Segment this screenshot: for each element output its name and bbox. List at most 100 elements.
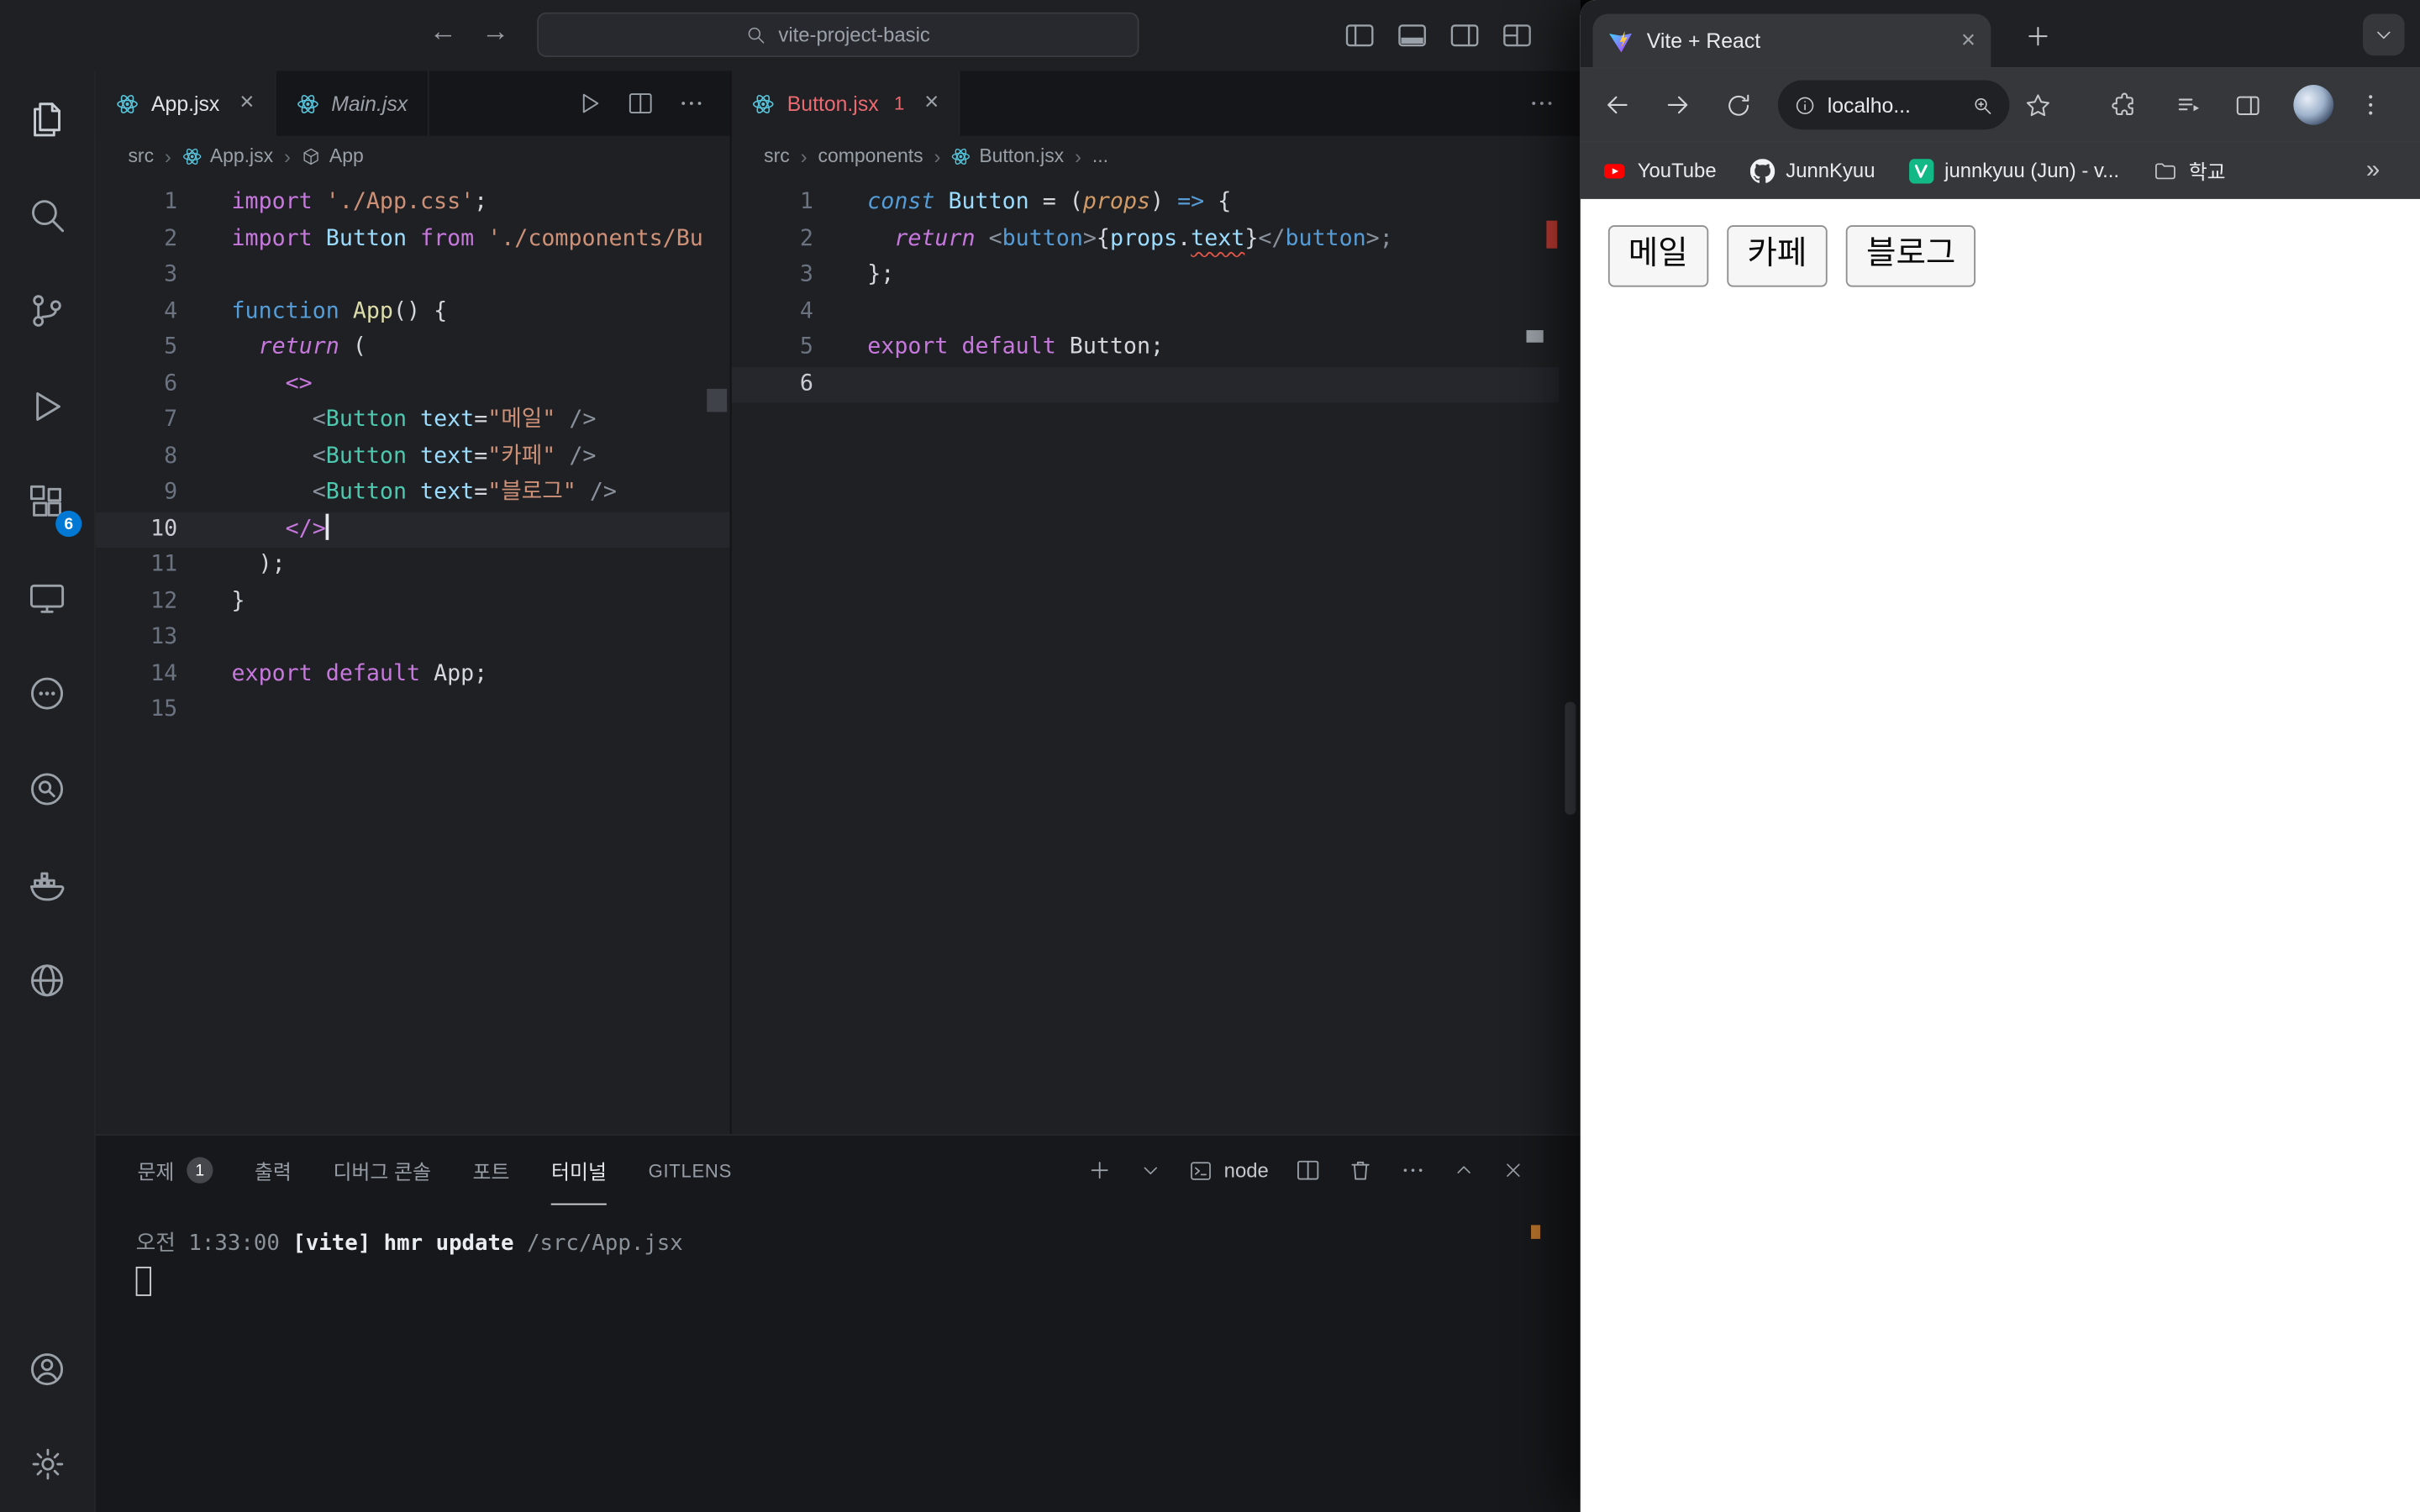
breadcrumb-components[interactable]: components	[818, 145, 923, 167]
tab-button-jsx[interactable]: Button.jsx 1 ×	[731, 71, 961, 136]
activity-extension-b[interactable]	[0, 741, 94, 837]
chevron-down-icon[interactable]	[1139, 1158, 1163, 1182]
bookmark-youtube[interactable]: YouTube	[1602, 158, 1717, 182]
close-panel-icon[interactable]	[1502, 1158, 1525, 1182]
line-number: 3	[799, 262, 813, 287]
code-line[interactable]: 4	[732, 294, 1559, 330]
breadcrumb-file[interactable]: App.jsx	[182, 145, 273, 166]
toggle-sidebar-left-icon[interactable]	[1343, 18, 1376, 52]
panel-tab-ports[interactable]: 포트	[473, 1136, 510, 1205]
tab-app-jsx[interactable]: App.jsx ×	[95, 71, 276, 136]
panel-tab-problems[interactable]: 문제 1	[137, 1136, 213, 1205]
page-button-blog[interactable]: 블로그	[1846, 225, 1976, 288]
activity-extension-c[interactable]	[0, 932, 94, 1027]
code-line[interactable]: 2 import Button from './components/Bu	[96, 222, 730, 258]
more-actions-icon[interactable]	[677, 90, 705, 118]
toggle-sidebar-right-icon[interactable]	[1448, 18, 1481, 52]
code-line[interactable]: 9 <Button text="블로그" />	[96, 475, 730, 512]
editor-scrollbar[interactable]	[1565, 701, 1576, 815]
chrome-menu-button[interactable]	[2352, 87, 2389, 123]
reload-button[interactable]	[1719, 87, 1756, 123]
history-forward-icon[interactable]: →	[476, 15, 516, 48]
activity-source-control[interactable]	[0, 262, 94, 358]
extensions-button[interactable]	[2105, 87, 2142, 123]
close-icon[interactable]: ×	[924, 90, 939, 115]
code-line[interactable]: 8 <Button text="카페" />	[96, 439, 730, 475]
activity-search[interactable]	[0, 166, 94, 262]
browser-back-button[interactable]	[1599, 87, 1636, 123]
code-line[interactable]: 3};	[732, 258, 1559, 294]
chevron-up-icon[interactable]	[1452, 1158, 1476, 1182]
code-line[interactable]: 12}	[96, 584, 730, 620]
activity-extensions[interactable]: 6	[0, 454, 94, 549]
code-line[interactable]: 2 return <button>{props.text}</button>;	[732, 222, 1559, 258]
page-button-mail[interactable]: 메일	[1607, 225, 1708, 288]
activity-account[interactable]	[0, 1320, 94, 1416]
code-line[interactable]: 6	[731, 366, 1560, 403]
breadcrumb-file[interactable]: Button.jsx	[951, 145, 1064, 166]
code-line[interactable]: 1 import './App.css';	[96, 185, 730, 221]
split-editor-icon[interactable]	[627, 90, 655, 118]
code-line[interactable]: 7 <Button text="메일" />	[96, 402, 730, 438]
more-actions-icon[interactable]	[1528, 90, 1555, 118]
activity-explorer[interactable]	[0, 71, 94, 166]
code-line[interactable]: 1 const Button = (props) => {	[732, 185, 1559, 221]
bookmark-star-button[interactable]	[2018, 87, 2055, 123]
code-line[interactable]: 14 export default App;	[96, 657, 730, 693]
customize-layout-icon[interactable]	[1500, 18, 1534, 52]
new-terminal-icon[interactable]	[1086, 1158, 1113, 1184]
panel-tab-output[interactable]: 출력	[255, 1136, 292, 1205]
activity-settings[interactable]	[0, 1416, 94, 1512]
activity-run-debug[interactable]	[0, 358, 94, 454]
address-bar[interactable]: localho...	[1777, 80, 2010, 130]
page-button-cafe[interactable]: 카페	[1727, 225, 1828, 288]
panel-tab-terminal[interactable]: 터미널	[551, 1136, 607, 1205]
tab-main-jsx[interactable]: Main.jsx	[276, 71, 429, 136]
site-info-icon[interactable]	[1793, 93, 1817, 117]
close-tab-icon[interactable]: ×	[1961, 28, 1975, 53]
split-terminal-icon[interactable]	[1295, 1158, 1321, 1184]
code-line[interactable]: 13	[96, 620, 730, 656]
bookmark-folder-school[interactable]: 학교	[2153, 156, 2226, 186]
search-icon	[32, 199, 65, 232]
chrome-tab-vite-react[interactable]: Vite + React ×	[1592, 13, 1991, 68]
profile-avatar[interactable]	[2293, 85, 2334, 125]
code-line[interactable]: 11 );	[96, 548, 730, 584]
history-back-icon[interactable]: ←	[423, 15, 463, 48]
breadcrumb-src[interactable]: src	[128, 145, 154, 167]
code-line[interactable]: 15	[96, 693, 730, 729]
panel-tab-gitlens[interactable]: GITLENS	[649, 1136, 732, 1205]
code-line[interactable]: 5 return (	[96, 330, 730, 366]
side-panel-button[interactable]	[2228, 87, 2265, 123]
bookmark-github[interactable]: JunnKyuu	[1750, 158, 1875, 182]
code-line[interactable]: 10 </>	[95, 511, 730, 549]
react-icon	[117, 94, 138, 113]
tab-search-button[interactable]	[2363, 13, 2405, 56]
code-editor-left[interactable]: 1 import './App.css'; 2 import Button from …	[95, 185, 730, 729]
code-line[interactable]: 3	[96, 258, 730, 294]
terminal-instance[interactable]: node	[1188, 1158, 1269, 1182]
panel-tab-debug-console[interactable]: 디버그 콘솔	[333, 1136, 430, 1205]
run-file-icon[interactable]	[576, 90, 603, 118]
command-center-search[interactable]: vite-project-basic	[537, 12, 1139, 57]
toggle-panel-icon[interactable]	[1395, 18, 1428, 52]
code-line[interactable]: 4 function App() {	[96, 294, 730, 330]
code-line[interactable]: 6 <>	[96, 366, 730, 402]
bookmarks-overflow-chevron[interactable]: »	[2366, 156, 2380, 184]
code-editor-right[interactable]: 1 const Button = (props) => {2 return <bu…	[731, 185, 1581, 403]
trash-icon[interactable]	[1347, 1158, 1373, 1184]
breadcrumb-ellipsis[interactable]: ...	[1092, 145, 1108, 167]
breadcrumb-src[interactable]: src	[764, 145, 790, 167]
code-line[interactable]: 5 export default Button;	[732, 330, 1559, 366]
new-tab-button[interactable]	[2018, 15, 2058, 55]
activity-extension-a[interactable]	[0, 645, 94, 741]
media-controls-button[interactable]	[2170, 87, 2207, 123]
browser-forward-button[interactable]	[1659, 87, 1696, 123]
breadcrumb-symbol[interactable]: App	[302, 145, 364, 166]
zoom-icon[interactable]	[1971, 93, 1995, 117]
more-actions-icon[interactable]	[1400, 1158, 1426, 1184]
activity-docker[interactable]	[0, 837, 94, 932]
activity-remote-explorer[interactable]	[0, 549, 94, 645]
bookmark-velog[interactable]: junnkyuu (Jun) - v...	[1908, 158, 2119, 183]
close-icon[interactable]: ×	[239, 90, 254, 115]
